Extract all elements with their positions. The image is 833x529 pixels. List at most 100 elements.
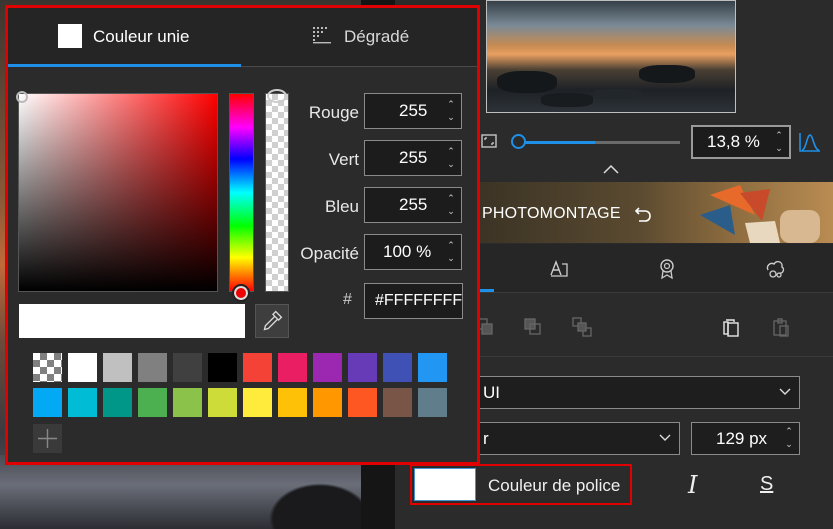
color-swatch[interactable] bbox=[173, 353, 202, 382]
font-family-value: UI bbox=[483, 383, 500, 402]
color-swatch[interactable] bbox=[383, 388, 412, 417]
shapes-icon[interactable] bbox=[764, 258, 786, 280]
underline-button[interactable]: S bbox=[760, 473, 773, 496]
stepper-up-icon[interactable]: ⌃ bbox=[445, 192, 457, 205]
hue-handle[interactable] bbox=[232, 284, 250, 302]
blue-stepper[interactable]: ⌃ ⌄ bbox=[445, 192, 457, 218]
stepper-down-icon[interactable]: ⌄ bbox=[445, 158, 457, 171]
font-size-stepper[interactable]: ⌃ ⌄ bbox=[783, 425, 795, 451]
tab-gradient[interactable]: Dégradé bbox=[344, 27, 409, 47]
copy-icon[interactable] bbox=[720, 316, 742, 338]
saturation-handle[interactable] bbox=[16, 91, 28, 103]
color-swatch[interactable] bbox=[33, 388, 62, 417]
color-swatch[interactable] bbox=[68, 388, 97, 417]
stepper-up-icon[interactable]: ⌃ bbox=[445, 239, 457, 252]
color-swatch[interactable] bbox=[138, 388, 167, 417]
color-swatch[interactable] bbox=[33, 353, 62, 382]
color-swatch[interactable] bbox=[68, 353, 97, 382]
color-swatch[interactable] bbox=[243, 388, 272, 417]
stepper-down-icon[interactable]: ⌄ bbox=[445, 252, 457, 265]
opacity-slider[interactable] bbox=[265, 93, 289, 292]
font-style-value: r bbox=[483, 429, 489, 448]
color-swatch[interactable] bbox=[138, 353, 167, 382]
zoom-value: 13,8 % bbox=[707, 132, 760, 151]
font-color-label: Couleur de police bbox=[488, 476, 621, 495]
color-swatch[interactable] bbox=[173, 388, 202, 417]
group-icon[interactable] bbox=[571, 316, 593, 338]
histogram-icon[interactable] bbox=[798, 131, 822, 153]
color-swatch[interactable] bbox=[418, 388, 447, 417]
opacity-input[interactable]: 100 % ⌃ ⌄ bbox=[364, 234, 462, 270]
color-swatch[interactable] bbox=[418, 353, 447, 382]
green-stepper[interactable]: ⌃ ⌄ bbox=[445, 145, 457, 171]
color-swatch[interactable] bbox=[348, 388, 377, 417]
color-preview bbox=[19, 304, 245, 338]
backward-icon[interactable] bbox=[522, 316, 544, 338]
blue-value: 255 bbox=[399, 195, 428, 214]
color-swatch[interactable] bbox=[208, 388, 237, 417]
color-swatch[interactable] bbox=[103, 353, 132, 382]
chevron-up-icon[interactable] bbox=[602, 163, 620, 175]
color-swatch[interactable] bbox=[383, 353, 412, 382]
eyedropper-button[interactable] bbox=[255, 304, 289, 338]
color-swatch[interactable] bbox=[243, 353, 272, 382]
eyedropper-icon bbox=[263, 310, 283, 331]
stepper-up-icon[interactable]: ⌃ bbox=[445, 145, 457, 158]
tangram-illustration bbox=[700, 185, 820, 243]
stepper-down-icon[interactable]: ⌄ bbox=[773, 142, 785, 155]
tab-active-indicator bbox=[8, 64, 241, 67]
navigator-thumbnail[interactable] bbox=[486, 0, 736, 113]
green-input[interactable]: 255 ⌃ ⌄ bbox=[364, 140, 462, 176]
red-input[interactable]: 255 ⌃ ⌄ bbox=[364, 93, 462, 129]
stepper-down-icon[interactable]: ⌄ bbox=[783, 438, 795, 451]
red-stepper[interactable]: ⌃ ⌄ bbox=[445, 98, 457, 124]
stepper-down-icon[interactable]: ⌄ bbox=[445, 111, 457, 124]
saturation-value-area[interactable] bbox=[18, 93, 218, 292]
green-label: Vert bbox=[328, 150, 359, 169]
opacity-handle[interactable] bbox=[267, 89, 287, 103]
add-swatch-button[interactable] bbox=[33, 424, 62, 453]
font-family-select[interactable]: UI bbox=[478, 376, 800, 409]
stepper-up-icon[interactable]: ⌃ bbox=[773, 129, 785, 142]
zoom-stepper[interactable]: ⌃ ⌄ bbox=[773, 129, 785, 155]
font-size-input[interactable]: 129 px ⌃ ⌄ bbox=[691, 422, 800, 455]
hex-input[interactable]: #FFFFFFFF bbox=[364, 283, 463, 319]
green-value: 255 bbox=[399, 148, 428, 167]
paste-icon[interactable] bbox=[770, 316, 792, 338]
text-frame-icon[interactable] bbox=[548, 258, 570, 280]
opacity-value: 100 % bbox=[383, 242, 432, 261]
color-swatch[interactable] bbox=[313, 353, 342, 382]
stepper-up-icon[interactable]: ⌃ bbox=[445, 98, 457, 111]
color-swatch[interactable] bbox=[103, 388, 132, 417]
font-size-value: 129 px bbox=[716, 429, 768, 448]
zoom-slider-thumb[interactable] bbox=[511, 134, 526, 149]
blue-input[interactable]: 255 ⌃ ⌄ bbox=[364, 187, 462, 223]
italic-button[interactable]: I bbox=[688, 471, 697, 499]
fit-screen-icon[interactable] bbox=[480, 132, 498, 150]
tab-solid-color[interactable]: Couleur unie bbox=[93, 27, 189, 47]
solid-color-icon[interactable] bbox=[58, 24, 82, 48]
plus-icon bbox=[38, 429, 57, 448]
hue-slider[interactable] bbox=[229, 93, 254, 292]
color-swatch[interactable] bbox=[278, 388, 307, 417]
panel-tab-active-indicator bbox=[478, 289, 494, 292]
blue-label: Bleu bbox=[324, 197, 359, 216]
stepper-up-icon[interactable]: ⌃ bbox=[783, 425, 795, 438]
undo-icon[interactable] bbox=[633, 203, 653, 223]
font-color-swatch[interactable] bbox=[414, 468, 476, 501]
red-label: Rouge bbox=[308, 103, 359, 122]
color-swatch[interactable] bbox=[313, 388, 342, 417]
color-swatch[interactable] bbox=[348, 353, 377, 382]
stepper-down-icon[interactable]: ⌄ bbox=[445, 205, 457, 218]
badge-icon[interactable] bbox=[656, 258, 678, 280]
chevron-down-icon bbox=[659, 434, 671, 441]
zoom-input[interactable]: 13,8 % ⌃ ⌄ bbox=[691, 125, 791, 159]
color-swatch[interactable] bbox=[208, 353, 237, 382]
color-swatch[interactable] bbox=[278, 353, 307, 382]
opacity-stepper[interactable]: ⌃ ⌄ bbox=[445, 239, 457, 265]
gradient-icon[interactable] bbox=[312, 26, 332, 44]
background-photo-bottom bbox=[0, 455, 395, 529]
font-style-select[interactable]: r bbox=[478, 422, 680, 455]
red-value: 255 bbox=[399, 101, 428, 120]
hex-label: # bbox=[343, 291, 352, 308]
